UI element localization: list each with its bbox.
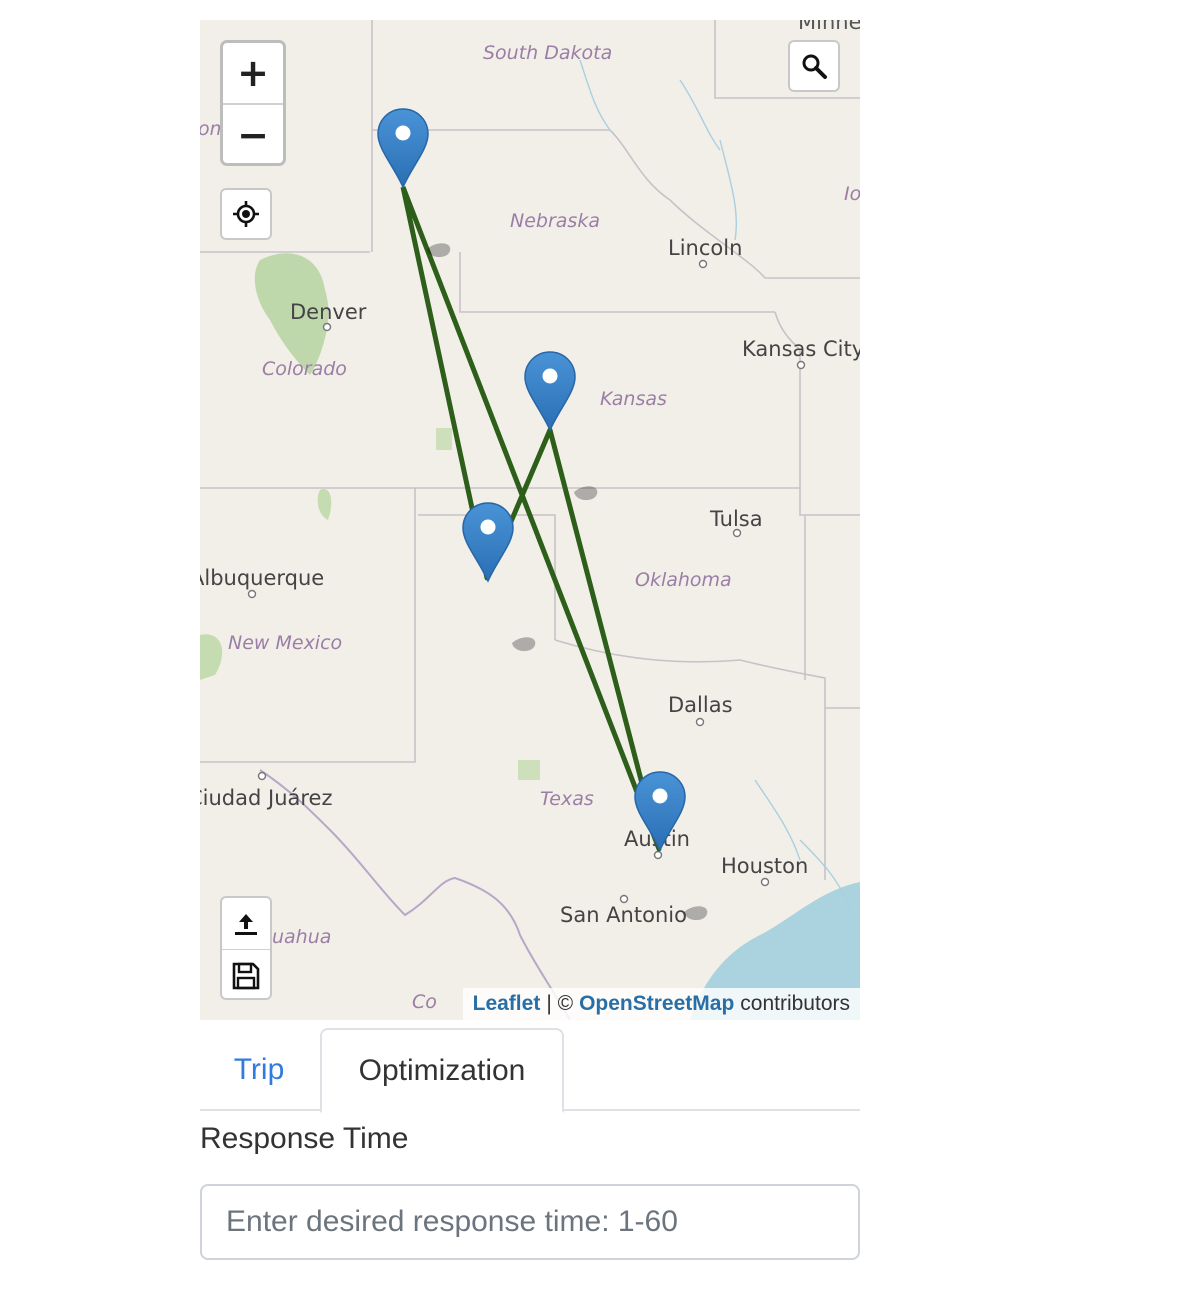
city-label: Houston <box>721 854 809 878</box>
upload-button[interactable] <box>222 898 270 950</box>
map[interactable]: South Dakota Nebraska Colorado Kansas Ok… <box>200 20 860 1020</box>
response-time-label: Response Time <box>200 1122 409 1155</box>
response-time-input[interactable] <box>200 1184 860 1260</box>
zoom-control: + − <box>220 40 286 166</box>
tab-bar: Trip Optimization <box>200 1028 860 1113</box>
city-label: Austin <box>624 827 690 851</box>
state-label: Colorado <box>262 358 347 380</box>
tab-trip[interactable]: Trip <box>200 1028 318 1111</box>
city-label: Ciudad Juárez <box>200 786 333 810</box>
locate-button[interactable] <box>220 188 272 240</box>
tab-optimization[interactable]: Optimization <box>320 1028 564 1113</box>
city-label: Dallas <box>668 693 733 717</box>
city-label: San Antonio <box>560 903 687 927</box>
zoom-in-button[interactable]: + <box>223 43 283 105</box>
floppy-disk-icon <box>232 962 260 989</box>
map-attribution: Leaflet | © OpenStreetMap contributors <box>462 988 860 1020</box>
upload-icon <box>235 913 257 935</box>
state-label: Kansas <box>600 388 667 410</box>
city-label: Lincoln <box>668 236 743 260</box>
edge-label: Io <box>844 183 860 205</box>
city-label: Albuquerque <box>200 566 325 590</box>
state-label: Texas <box>540 788 594 810</box>
file-control <box>220 896 272 1000</box>
city-label: Kansas City <box>742 337 860 361</box>
search-button[interactable] <box>788 40 840 92</box>
zoom-out-button[interactable]: − <box>223 105 283 163</box>
state-label: South Dakota <box>483 42 613 64</box>
attribution-suffix: contributors <box>740 992 850 1015</box>
save-button[interactable] <box>222 950 270 998</box>
crosshair-icon <box>233 201 259 227</box>
attribution-separator: | © <box>546 992 574 1015</box>
edge-label: Co <box>412 991 437 1013</box>
city-label: Denver <box>290 300 367 324</box>
openstreetmap-link[interactable]: OpenStreetMap <box>579 992 734 1016</box>
city-label: Tulsa <box>710 507 763 531</box>
edge-label: Minne <box>798 20 860 34</box>
state-label: New Mexico <box>228 632 343 654</box>
state-label: Oklahoma <box>635 569 732 591</box>
state-label: Nebraska <box>510 210 600 232</box>
search-icon <box>802 54 827 79</box>
leaflet-link[interactable]: Leaflet <box>473 992 541 1016</box>
edge-label: uahua <box>272 926 332 948</box>
